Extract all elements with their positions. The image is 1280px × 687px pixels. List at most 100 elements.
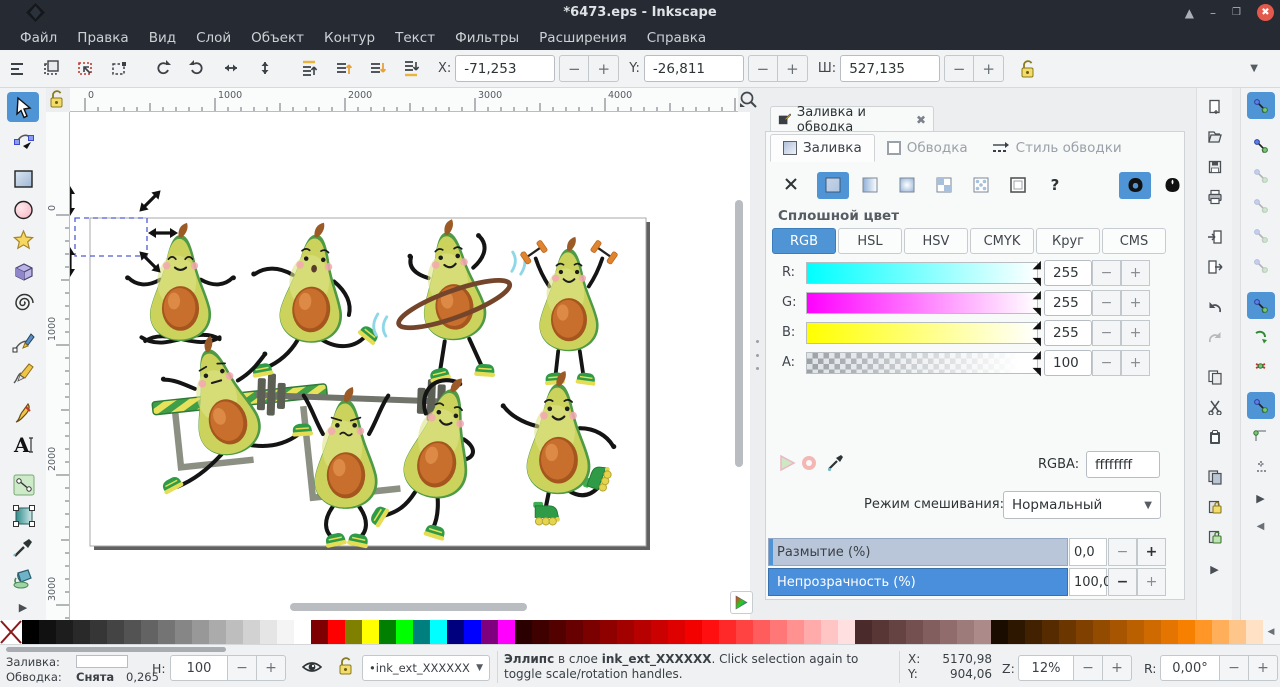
fill-type-unknown-paint-button[interactable] (1002, 172, 1034, 199)
color-tab-hsv[interactable]: HSV (904, 228, 968, 254)
color-tab-cmyk[interactable]: CMYK (970, 228, 1034, 254)
palette-swatch-48[interactable] (838, 620, 855, 644)
palette-swatch-72[interactable] (1246, 620, 1263, 644)
toolbar-field-0-minus-button[interactable]: − (559, 55, 589, 82)
palette-swatch-71[interactable] (1229, 620, 1246, 644)
slider-g[interactable]: ◢◥ (806, 292, 1038, 314)
rotation-decrease-button[interactable]: − (1220, 655, 1249, 681)
zoom-increase-button[interactable]: + (1103, 655, 1132, 681)
toolbar-field-input-2[interactable]: 527,135 (840, 55, 940, 82)
paint-help-button[interactable]: ? (1039, 172, 1071, 199)
lower-icon[interactable] (364, 56, 390, 82)
palette-swatch-14[interactable] (260, 620, 277, 644)
menu-6[interactable]: Текст (385, 25, 445, 50)
tool-paint-bucket[interactable] (7, 562, 39, 592)
layer-selector[interactable]: •ink_ext_XXXXXX ▼ (362, 655, 490, 681)
snap-bbox-corners-toggle[interactable] (1247, 192, 1275, 219)
palette-swatch-17[interactable] (311, 620, 328, 644)
palette-swatch-54[interactable] (940, 620, 957, 644)
color-managed-view-button[interactable] (730, 591, 753, 614)
new-document-button[interactable] (1201, 93, 1229, 120)
palette-swatch-35[interactable] (617, 620, 634, 644)
palette-swatch-2[interactable] (56, 620, 73, 644)
fill-rule-nonzero-button[interactable] (1156, 172, 1188, 199)
canvas[interactable] (70, 112, 750, 620)
slider-minus-button[interactable]: − (1092, 320, 1121, 346)
slider-a[interactable]: ◢◥ (806, 352, 1038, 374)
minimize-button[interactable]: – (1210, 7, 1216, 19)
save-button[interactable] (1201, 153, 1229, 180)
palette-swatch-18[interactable] (328, 620, 345, 644)
palette-swatch-70[interactable] (1212, 620, 1229, 644)
snap-paths-toggle[interactable] (1247, 322, 1275, 349)
palette-swatch-9[interactable] (175, 620, 192, 644)
tool-calligraphy[interactable] (7, 398, 39, 428)
palette-swatch-67[interactable] (1161, 620, 1178, 644)
select-all-layers-icon[interactable] (38, 56, 64, 82)
palette-swatch-39[interactable] (685, 620, 702, 644)
maximize-button[interactable]: ❒ (1232, 8, 1241, 18)
palette-swatch-8[interactable] (158, 620, 175, 644)
snap-nodes-toggle[interactable] (1247, 292, 1275, 319)
palette-swatch-0[interactable] (22, 620, 39, 644)
snap-cusp-nodes-toggle[interactable] (1247, 392, 1275, 419)
vertical-scrollbar[interactable] (735, 200, 743, 467)
fill-stroke-dialog-tab[interactable]: Заливка и обводка ✖ (770, 106, 934, 132)
zoom-decrease-button[interactable]: − (1074, 655, 1103, 681)
duplicate-button[interactable] (1201, 463, 1229, 490)
lock-guides-icon[interactable] (46, 89, 68, 111)
palette-scroll-left-icon[interactable]: ◀ (1257, 521, 1265, 532)
slider-handle-icon[interactable]: ◢ (1033, 258, 1041, 271)
opacity-minus-button[interactable]: − (1108, 568, 1137, 596)
palette-swatch-60[interactable] (1042, 620, 1059, 644)
toolbar-field-2-minus-button[interactable]: − (944, 55, 974, 82)
slider-minus-button[interactable]: − (1092, 290, 1121, 316)
menu-3[interactable]: Слой (186, 25, 241, 50)
tool-rectangle[interactable] (7, 163, 39, 193)
palette-swatch-28[interactable] (498, 620, 515, 644)
opacity-plus-button[interactable]: + (1137, 568, 1166, 596)
palette-swatch-3[interactable] (73, 620, 90, 644)
snap-bbox-toggle[interactable] (1247, 132, 1275, 159)
palette-swatch-65[interactable] (1127, 620, 1144, 644)
palette-swatch-16[interactable] (294, 620, 311, 644)
palette-swatch-32[interactable] (566, 620, 583, 644)
snap-midpoints-line-toggle[interactable] (1247, 452, 1275, 479)
menu-8[interactable]: Расширения (529, 25, 637, 50)
palette-swatch-44[interactable] (770, 620, 787, 644)
opacity-decrease-button[interactable]: − (228, 655, 257, 681)
zoom-input[interactable]: 12% (1018, 655, 1074, 681)
palette-swatch-40[interactable] (702, 620, 719, 644)
palette-swatch-4[interactable] (90, 620, 107, 644)
palette-swatch-25[interactable] (447, 620, 464, 644)
menu-2[interactable]: Вид (139, 25, 186, 50)
menu-7[interactable]: Фильтры (445, 25, 529, 50)
palette-swatch-21[interactable] (379, 620, 396, 644)
bbox-toggle-icon[interactable] (106, 56, 132, 82)
flip-vertical-icon[interactable] (252, 56, 278, 82)
export-button[interactable] (1201, 253, 1229, 280)
palette-swatch-66[interactable] (1144, 620, 1161, 644)
blur-value-input[interactable]: 0,0 (1069, 538, 1107, 566)
palette-scrollbar[interactable] (6, 647, 226, 652)
slider-handle-icon[interactable]: ◥ (1033, 305, 1041, 318)
palette-swatch-45[interactable] (787, 620, 804, 644)
palette-swatch-61[interactable] (1059, 620, 1076, 644)
palette-swatch-12[interactable] (226, 620, 243, 644)
palette-swatch-55[interactable] (957, 620, 974, 644)
toolbar-field-2-plus-button[interactable]: + (974, 55, 1004, 82)
snap-bbox-midpoints-toggle[interactable] (1247, 222, 1275, 249)
tab-fill[interactable]: Заливка (770, 134, 875, 162)
slider-plus-button[interactable]: + (1121, 290, 1150, 316)
fill-type-flat-color-button[interactable] (817, 172, 849, 199)
shade-button[interactable]: ▲ (1185, 7, 1194, 19)
slider-handle-icon[interactable]: ◢ (1033, 288, 1041, 301)
slider-minus-button[interactable]: − (1092, 260, 1121, 286)
opacity-value-input[interactable]: 100,0 (1069, 568, 1107, 596)
palette-swatch-36[interactable] (634, 620, 651, 644)
menu-4[interactable]: Объект (241, 25, 314, 50)
clone-button[interactable] (1201, 493, 1229, 520)
tool-gradient[interactable] (7, 500, 39, 530)
tool-ellipse[interactable] (7, 194, 39, 224)
cut-button[interactable] (1201, 393, 1229, 420)
